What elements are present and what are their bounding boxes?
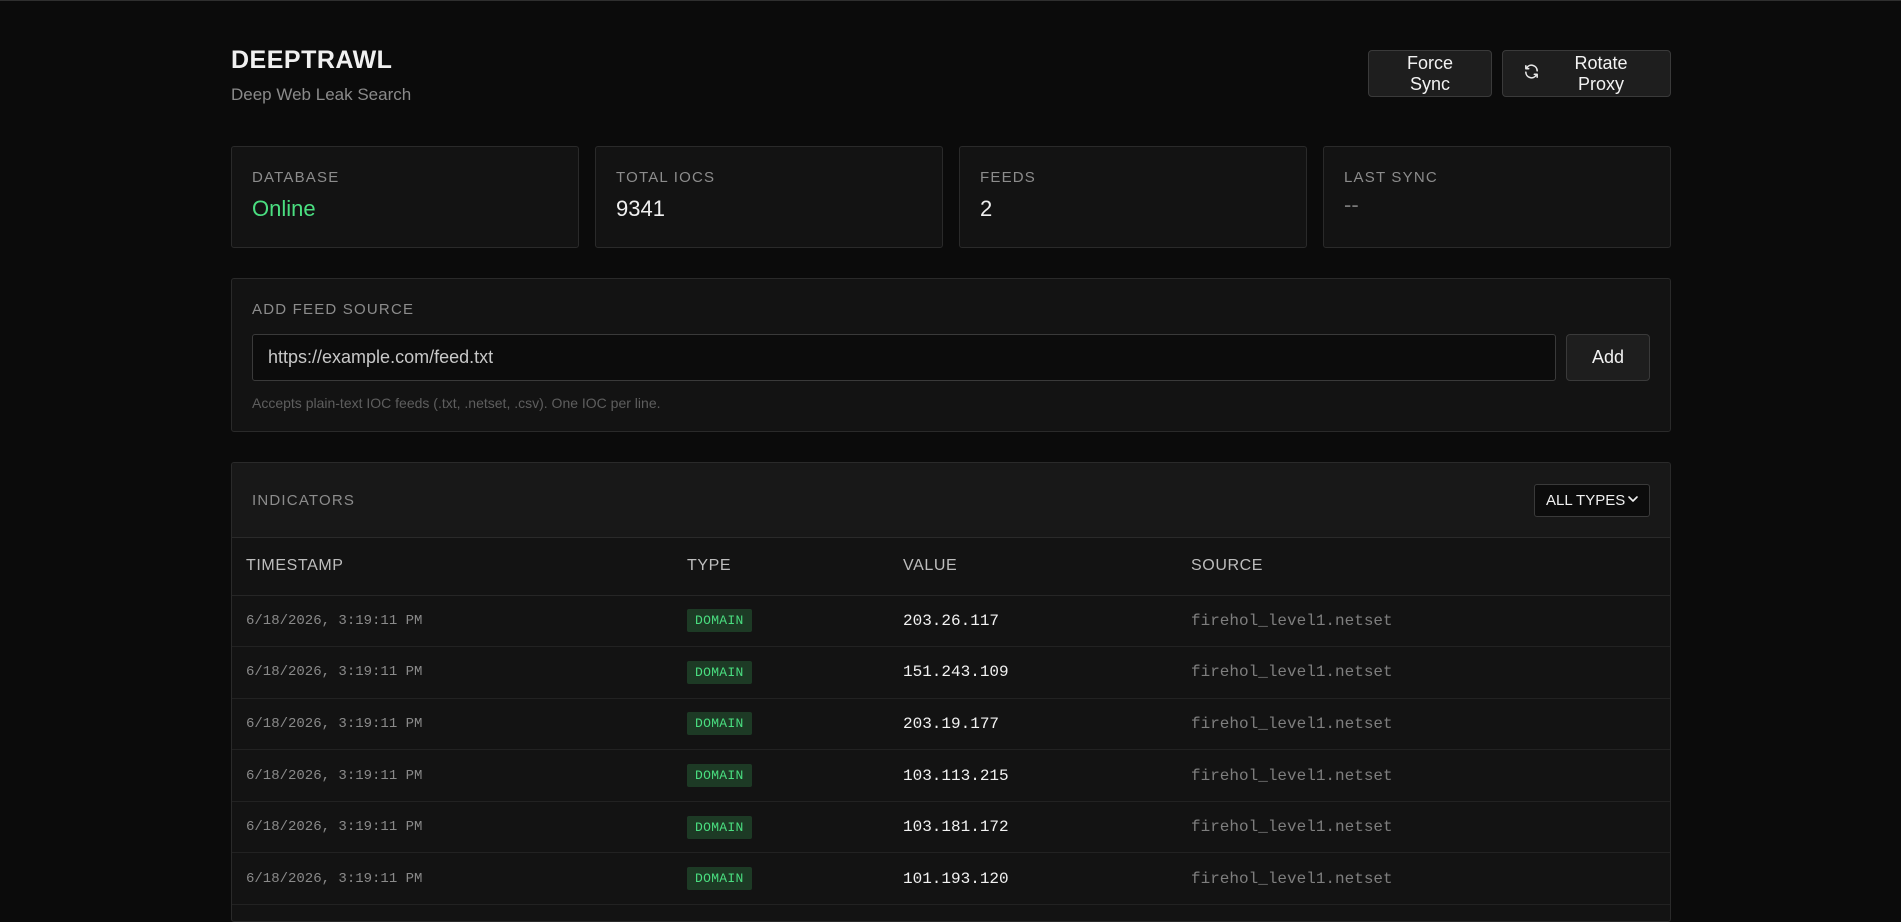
feed-hint: Accepts plain-text IOC feeds (.txt, .net… [252,395,661,411]
add-feed-row: Add [252,334,1650,381]
main-container: DEEPTRAWL Deep Web Leak Search Force Syn… [231,0,1671,922]
table-row[interactable]: 6/18/2026, 3:19:11 PM DOMAIN 103.113.215… [232,749,1670,802]
indicators-panel: INDICATORS ALL TYPES TIMESTAMP TYPE VALU… [231,462,1671,922]
cell-timestamp: 6/18/2026, 3:19:11 PM [232,749,673,802]
cell-source: firehol_level1.netset [1177,646,1670,699]
table-row[interactable]: 6/18/2026, 3:19:11 PM DOMAIN 103.181.172… [232,801,1670,854]
type-filter-select[interactable]: ALL TYPES [1534,483,1650,517]
total-iocs-value: 9341 [616,196,665,221]
type-badge: DOMAIN [687,764,752,788]
cell-type: DOMAIN [673,749,889,802]
app-title: DEEPTRAWL [231,46,393,74]
indicators-table: TIMESTAMP TYPE VALUE SOURCE 6/18/2026, 3… [232,538,1670,906]
cell-source: firehol_level1.netset [1177,749,1670,802]
stat-card-total-iocs: TOTAL IOCS 9341 [595,146,943,248]
type-badge: DOMAIN [687,867,752,891]
force-sync-label: Force Sync [1406,52,1453,94]
stats-row: DATABASE Online TOTAL IOCS 9341 FEEDS 2 … [231,146,1671,248]
add-feed-button[interactable]: Add [1566,334,1650,381]
last-sync-value: -- [1344,192,1359,217]
stat-card-last-sync: LAST SYNC -- [1323,146,1671,248]
add-feed-label: Add [1591,347,1625,367]
stat-card-feeds: FEEDS 2 [959,146,1307,248]
column-header-value[interactable]: VALUE [889,538,1177,596]
feed-url-input[interactable] [252,334,1556,381]
force-sync-button[interactable]: Force Sync [1368,50,1492,97]
add-feed-panel: ADD FEED SOURCE Add Accepts plain-text I… [231,278,1671,432]
cell-type: DOMAIN [673,852,889,906]
refresh-icon [1523,63,1540,85]
type-badge: DOMAIN [687,712,752,736]
database-status-value: Online [252,196,316,221]
cell-timestamp: 6/18/2026, 3:19:11 PM [232,852,673,906]
cell-value: 101.193.120 [889,852,1177,906]
column-header-source[interactable]: SOURCE [1177,538,1670,596]
table-row[interactable]: 6/18/2026, 3:19:11 PM DOMAIN 101.193.120… [232,852,1670,906]
type-badge: DOMAIN [687,815,752,839]
stat-label: TOTAL IOCS [616,169,716,186]
rotate-proxy-label: Rotate Proxy [1574,52,1628,94]
stat-card-database: DATABASE Online [231,146,579,248]
header-actions: Force Sync Rotate Proxy [1368,50,1671,97]
column-header-timestamp[interactable]: TIMESTAMP [232,538,673,596]
table-row[interactable]: 6/18/2026, 3:19:11 PM DOMAIN 203.26.117 … [232,595,1670,648]
rotate-proxy-button[interactable]: Rotate Proxy [1502,50,1671,97]
chevron-down-icon [1627,492,1639,509]
column-header-type[interactable]: TYPE [673,538,889,596]
cell-source: firehol_level1.netset [1177,595,1670,648]
type-badge: DOMAIN [687,609,752,633]
stat-label: FEEDS [980,169,1037,186]
cell-type: DOMAIN [673,801,889,854]
cell-type: DOMAIN [673,646,889,699]
cell-timestamp: 6/18/2026, 3:19:11 PM [232,646,673,699]
table-row[interactable]: 6/18/2026, 3:19:11 PM DOMAIN 203.19.177 … [232,698,1670,751]
cell-timestamp: 6/18/2026, 3:19:11 PM [232,801,673,854]
cell-value: 103.113.215 [889,749,1177,802]
cell-value: 203.26.117 [889,595,1177,648]
cell-value: 151.243.109 [889,646,1177,699]
indicators-header: INDICATORS ALL TYPES [232,463,1670,538]
table-header-row: TIMESTAMP TYPE VALUE SOURCE [232,538,1670,596]
type-filter-value: ALL TYPES [1546,491,1626,509]
stat-label: DATABASE [252,169,340,186]
stat-label: LAST SYNC [1344,169,1438,186]
type-badge: DOMAIN [687,660,752,684]
table-row[interactable]: 6/18/2026, 3:19:11 PM DOMAIN 151.243.109… [232,646,1670,699]
add-feed-heading: ADD FEED SOURCE [252,301,415,318]
cell-value: 203.19.177 [889,698,1177,751]
indicators-heading: INDICATORS [252,491,356,509]
page-header: DEEPTRAWL Deep Web Leak Search Force Syn… [231,0,1671,145]
cell-timestamp: 6/18/2026, 3:19:11 PM [232,698,673,751]
cell-timestamp: 6/18/2026, 3:19:11 PM [232,595,673,648]
app-subtitle: Deep Web Leak Search [231,85,412,104]
cell-source: firehol_level1.netset [1177,801,1670,854]
cell-source: firehol_level1.netset [1177,852,1670,906]
cell-source: firehol_level1.netset [1177,698,1670,751]
cell-value: 103.181.172 [889,801,1177,854]
cell-type: DOMAIN [673,698,889,751]
cell-type: DOMAIN [673,595,889,648]
feeds-value: 2 [980,196,993,221]
